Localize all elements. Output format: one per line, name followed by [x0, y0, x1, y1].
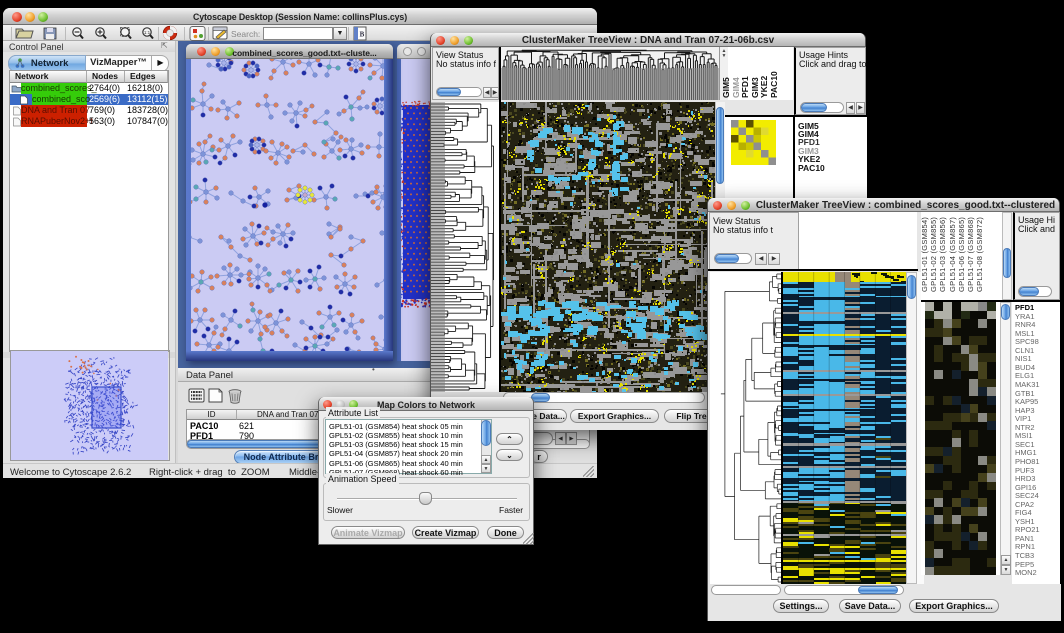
- svg-text:B: B: [360, 31, 365, 39]
- svg-text:1:1: 1:1: [144, 30, 151, 35]
